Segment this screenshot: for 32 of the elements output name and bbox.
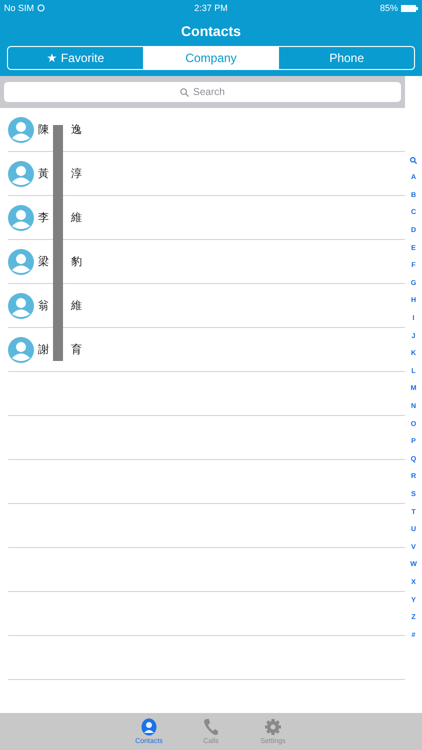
phone-icon — [203, 718, 219, 736]
battery-icon — [401, 4, 418, 12]
contact-name[interactable]: 陳 — [38, 122, 49, 137]
avatar-icon — [8, 204, 34, 230]
search-field[interactable]: Search — [4, 82, 401, 102]
segment-tab[interactable]: ★ Favorite — [8, 47, 143, 69]
contact-name[interactable]: 育 — [71, 342, 82, 357]
search-icon[interactable] — [410, 157, 417, 164]
contact-name[interactable]: 謝 — [38, 342, 49, 357]
avatar-icon — [8, 160, 34, 186]
screen-title: Contacts — [180, 22, 242, 41]
contact-name[interactable]: 逸 — [71, 122, 82, 137]
contact-name[interactable]: 梁 — [38, 254, 49, 269]
contact-name[interactable]: 維 — [71, 298, 82, 313]
avatar-icon — [8, 248, 34, 274]
person-icon — [141, 718, 157, 736]
carrier-label: No SIM — [4, 3, 34, 13]
contact-name[interactable]: 翁 — [38, 298, 49, 313]
gear-icon — [265, 718, 281, 736]
contact-name[interactable]: 黃 — [38, 166, 49, 181]
avatar-icon — [8, 336, 34, 362]
segment-tab[interactable]: Company — [142, 47, 278, 69]
contact-name[interactable]: 李 — [38, 210, 49, 225]
clock: 2:37 PM — [194, 3, 228, 13]
contact-name[interactable]: 淳 — [71, 166, 82, 181]
search-icon — [180, 88, 190, 96]
avatar-icon — [8, 116, 34, 142]
contact-name[interactable]: 維 — [71, 210, 82, 225]
segment-tab[interactable]: Phone — [278, 47, 414, 69]
contact-name[interactable]: 豹 — [71, 254, 82, 269]
battery-percent: 85% — [380, 3, 398, 13]
avatar-icon — [8, 292, 34, 318]
